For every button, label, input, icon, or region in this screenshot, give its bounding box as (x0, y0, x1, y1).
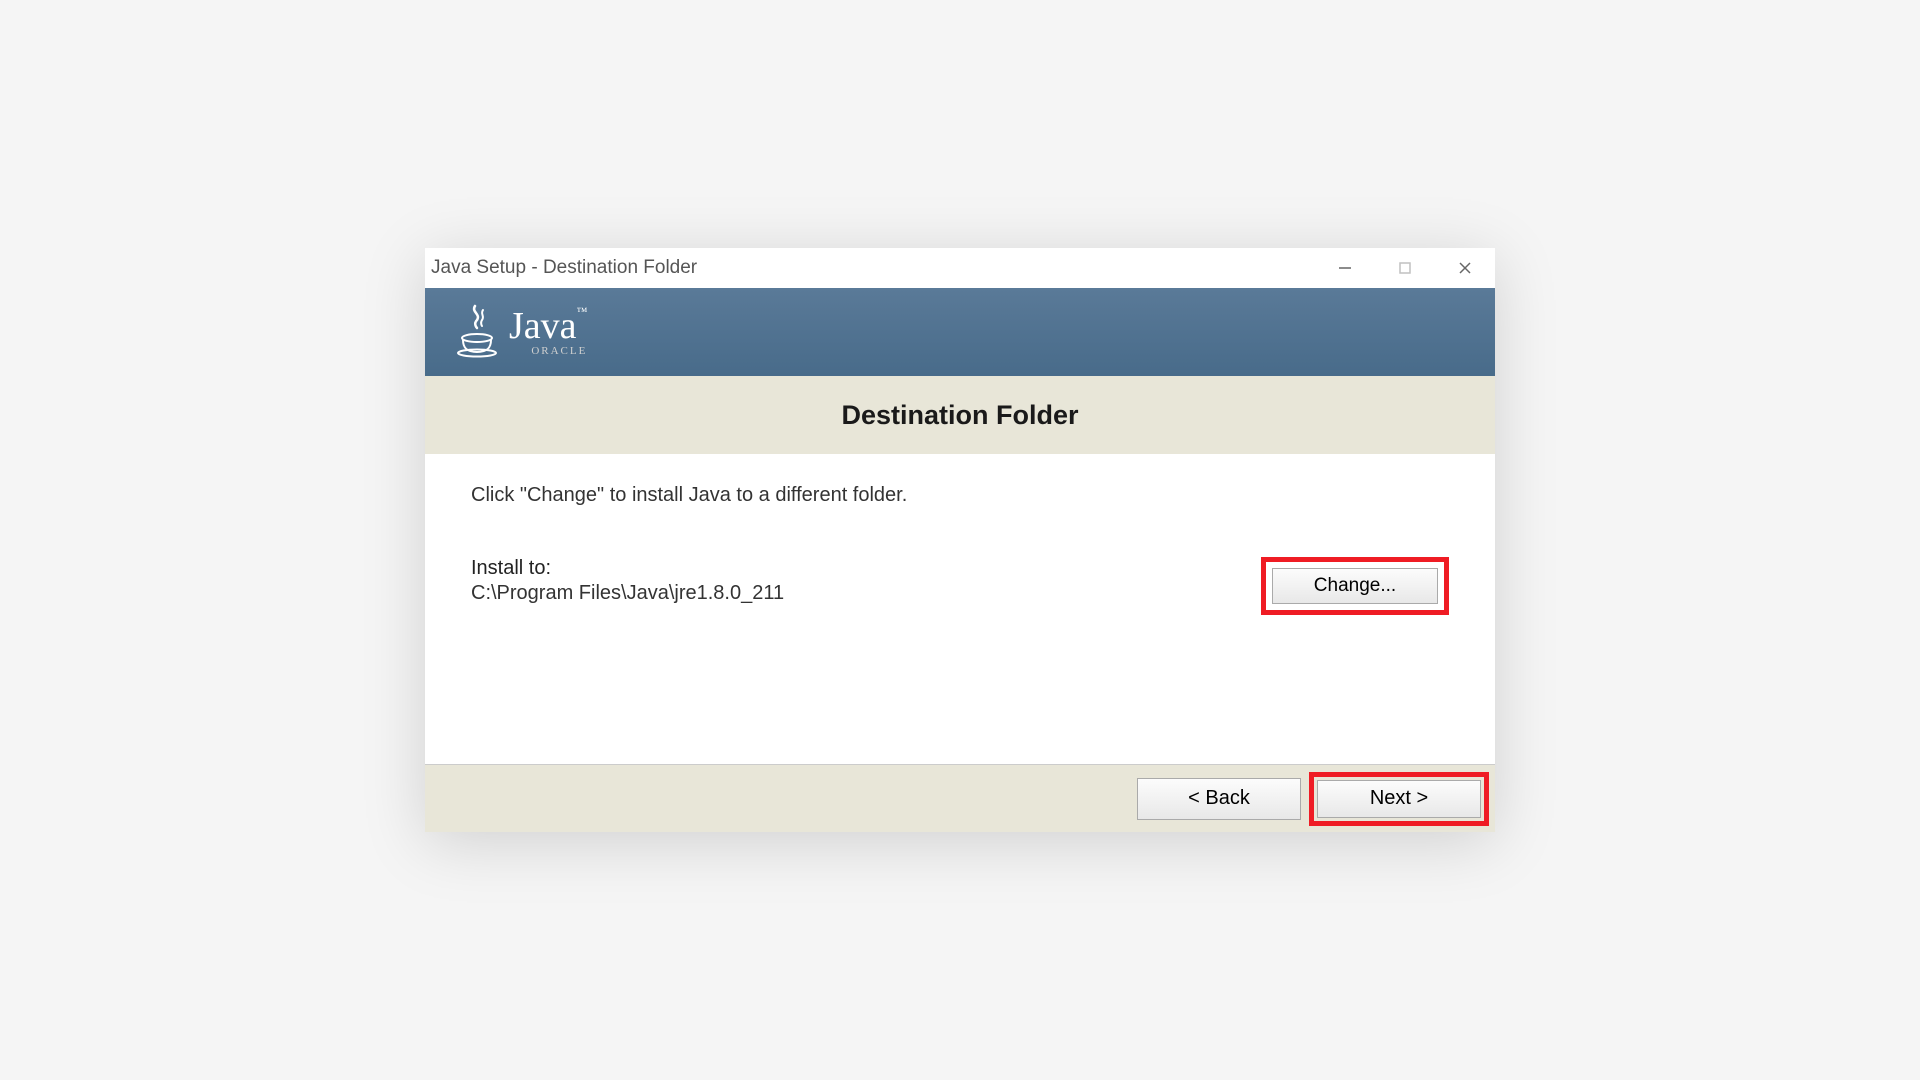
next-highlight: Next > (1309, 772, 1489, 826)
content-area: Click "Change" to install Java to a diff… (425, 454, 1495, 764)
window-title: Java Setup - Destination Folder (431, 257, 1315, 279)
heading-bar: Destination Folder (425, 376, 1495, 454)
maximize-icon[interactable] (1375, 248, 1435, 288)
java-logo: Java™ ORACLE (455, 304, 587, 360)
change-button[interactable]: Change... (1272, 568, 1438, 604)
install-label: Install to: (471, 557, 784, 580)
footer: < Back Next > (425, 764, 1495, 832)
change-highlight: Change... (1261, 557, 1449, 615)
window-controls (1315, 248, 1495, 288)
minimize-icon[interactable] (1315, 248, 1375, 288)
install-path: C:\Program Files\Java\jre1.8.0_211 (471, 582, 784, 605)
logo-name: Java™ (509, 307, 587, 345)
instruction-text: Click "Change" to install Java to a diff… (471, 484, 1449, 507)
page-heading: Destination Folder (841, 400, 1078, 431)
banner: Java™ ORACLE (425, 288, 1495, 376)
next-button[interactable]: Next > (1317, 780, 1481, 818)
install-row: Install to: C:\Program Files\Java\jre1.8… (471, 557, 1449, 615)
coffee-cup-icon (455, 304, 499, 360)
titlebar: Java Setup - Destination Folder (425, 248, 1495, 288)
back-button[interactable]: < Back (1137, 778, 1301, 820)
installer-window: Java Setup - Destination Folder Jav (425, 248, 1495, 832)
close-icon[interactable] (1435, 248, 1495, 288)
install-info: Install to: C:\Program Files\Java\jre1.8… (471, 557, 784, 605)
